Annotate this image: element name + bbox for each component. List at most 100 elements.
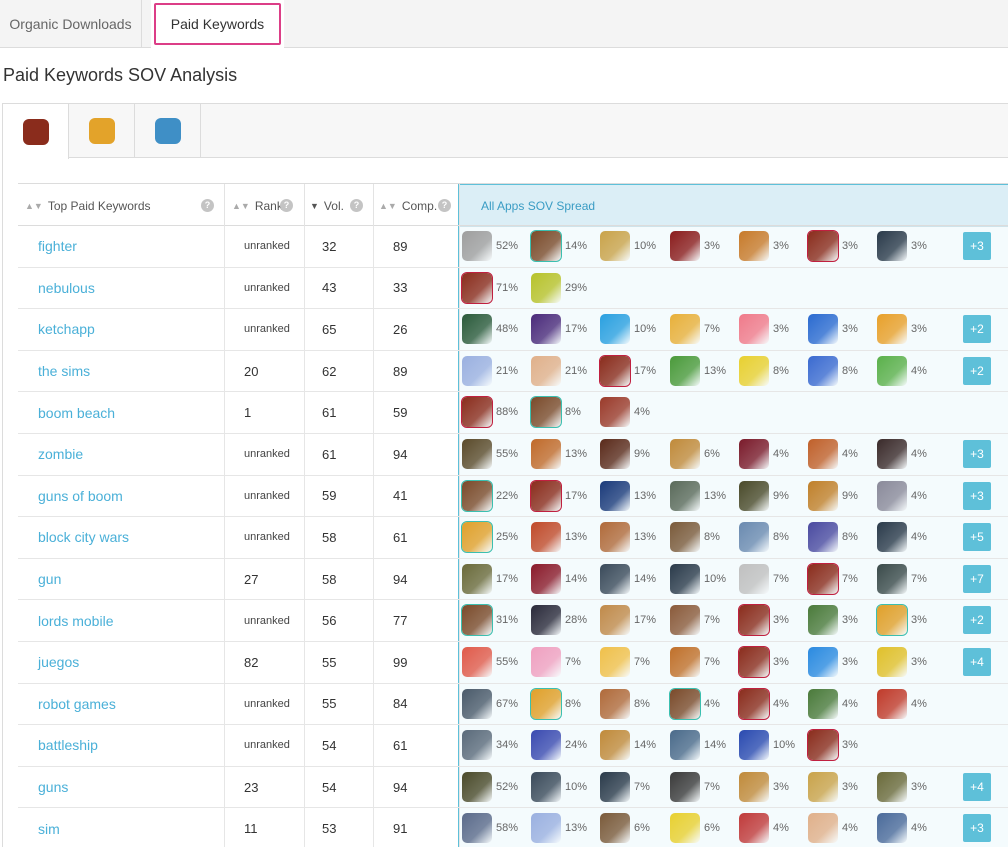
app-share-item[interactable]: 4% [808,813,858,844]
tab-paid-keywords[interactable]: Paid Keywords [151,0,284,48]
app-share-item[interactable]: 22% [461,479,518,512]
header-vol[interactable]: ▼ Vol. ? [305,184,374,227]
app-share-item[interactable]: 3% [808,605,858,636]
app-share-item[interactable]: 4% [877,522,927,553]
keyword-link[interactable]: battleship [18,725,225,766]
app-share-item[interactable]: 3% [670,231,720,261]
more-apps-button[interactable]: +4 [963,772,991,801]
app-share-item[interactable]: 14% [670,730,726,761]
app-share-item[interactable]: 17% [530,479,587,512]
app-share-item[interactable]: 7% [531,647,581,677]
app-share-item[interactable]: 67% [462,688,518,719]
app-share-item[interactable]: 10% [600,314,656,345]
keyword-link[interactable]: fighter [18,226,225,267]
app-share-item[interactable]: 7% [600,771,650,802]
header-rank[interactable]: ▲▼ Rank ? [225,184,305,227]
app-share-item[interactable]: 3% [877,647,927,677]
app-share-item[interactable]: 13% [600,522,656,553]
app-share-item[interactable]: 4% [877,688,927,719]
app-share-item[interactable]: 4% [739,813,789,844]
app-share-item[interactable]: 8% [600,688,650,719]
more-apps-button[interactable]: +3 [963,440,991,468]
app-share-item[interactable]: 8% [808,522,858,553]
app-share-item[interactable]: 13% [531,522,587,553]
app-share-item[interactable]: 4% [877,480,927,511]
app-share-item[interactable]: 8% [739,522,789,553]
keyword-link[interactable]: gun [18,558,225,600]
help-icon[interactable]: ? [201,199,214,212]
keyword-link[interactable]: guns [18,766,225,808]
app-share-item[interactable]: 3% [739,231,789,261]
app-share-item[interactable]: 21% [462,355,518,386]
app-share-item[interactable]: 8% [670,522,720,553]
app-share-item[interactable]: 7% [877,563,927,594]
app-share-item[interactable]: 7% [739,563,789,594]
app-share-item[interactable]: 3% [807,230,858,262]
app-tab-barbarian[interactable] [69,104,135,158]
app-share-item[interactable]: 14% [600,730,656,761]
app-share-item[interactable]: 9% [808,480,858,511]
more-apps-button[interactable]: +5 [963,523,991,552]
app-share-item[interactable]: 4% [669,687,720,720]
app-share-item[interactable]: 17% [599,354,656,387]
more-apps-button[interactable]: +3 [963,814,991,843]
app-share-item[interactable]: 4% [877,355,927,386]
app-share-item[interactable]: 3% [738,604,789,637]
app-share-item[interactable]: 3% [739,314,789,345]
app-share-item[interactable]: 17% [600,605,656,636]
app-share-item[interactable]: 55% [462,439,518,469]
app-share-item[interactable]: 9% [739,480,789,511]
keyword-link[interactable]: robot games [18,683,225,725]
more-apps-button[interactable]: +2 [963,315,991,344]
app-share-item[interactable]: 7% [807,562,858,595]
keyword-link[interactable]: juegos [18,642,225,683]
more-apps-button[interactable]: +2 [963,606,991,635]
app-share-item[interactable]: 7% [670,771,720,802]
more-apps-button[interactable]: +2 [963,356,991,385]
app-share-item[interactable]: 58% [462,813,518,844]
help-icon[interactable]: ? [438,199,451,212]
keyword-link[interactable]: sim [18,808,225,847]
app-share-item[interactable]: 9% [600,439,650,469]
app-share-item[interactable]: 8% [530,687,581,720]
app-share-item[interactable]: 17% [462,563,518,594]
app-share-item[interactable]: 14% [530,230,587,262]
app-share-item[interactable]: 29% [531,272,587,303]
more-apps-button[interactable]: +3 [963,232,991,260]
app-share-item[interactable]: 52% [462,231,518,261]
app-share-item[interactable]: 7% [600,647,650,677]
app-share-item[interactable]: 14% [531,563,587,594]
app-share-item[interactable]: 13% [531,439,587,469]
app-share-item[interactable]: 10% [670,563,726,594]
app-share-item[interactable]: 6% [600,813,650,844]
app-share-item[interactable]: 28% [531,605,587,636]
keyword-link[interactable]: nebulous [18,267,225,309]
app-share-item[interactable]: 6% [670,813,720,844]
app-share-item[interactable]: 8% [739,355,789,386]
app-share-item[interactable]: 24% [531,730,587,761]
help-icon[interactable]: ? [350,199,363,212]
app-share-item[interactable]: 13% [670,480,726,511]
app-share-item[interactable]: 7% [670,605,720,636]
app-share-item[interactable]: 3% [738,646,789,678]
keyword-link[interactable]: block city wars [18,517,225,558]
app-share-item[interactable]: 3% [877,314,927,345]
app-share-item[interactable]: 4% [877,813,927,844]
app-share-item[interactable]: 55% [462,647,518,677]
app-share-item[interactable]: 10% [531,771,587,802]
app-share-item[interactable]: 3% [877,771,927,802]
app-share-item[interactable]: 8% [808,355,858,386]
app-share-item[interactable]: 52% [462,771,518,802]
app-share-item[interactable]: 48% [462,314,518,345]
app-share-item[interactable]: 4% [808,688,858,719]
header-keyword[interactable]: ▲▼ Top Paid Keywords ? [18,184,225,227]
keyword-link[interactable]: ketchapp [18,309,225,350]
app-share-item[interactable]: 71% [461,271,518,304]
app-share-item[interactable]: 13% [600,480,656,511]
help-icon[interactable]: ? [280,199,293,212]
app-share-item[interactable]: 88% [461,396,518,429]
app-share-item[interactable]: 31% [461,604,518,637]
app-share-item[interactable]: 13% [670,355,726,386]
keyword-link[interactable]: guns of boom [18,475,225,517]
app-share-item[interactable]: 3% [876,604,927,637]
